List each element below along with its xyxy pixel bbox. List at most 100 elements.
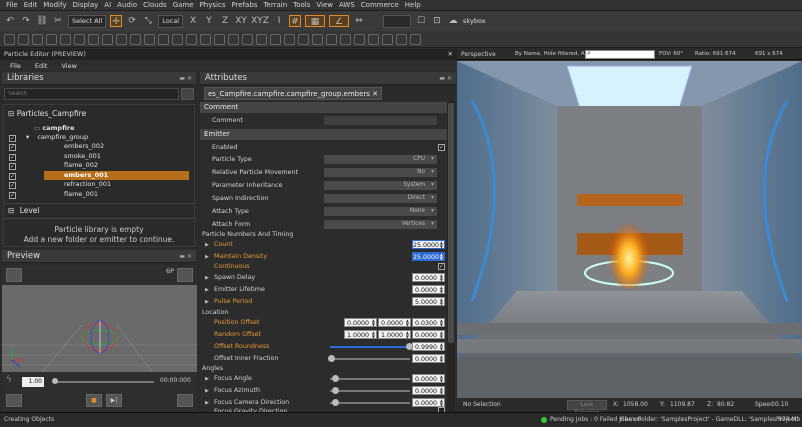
spinner-icon[interactable]: ▲ ▼ — [440, 253, 443, 261]
expand-icon[interactable]: ▶ — [205, 376, 209, 382]
menu-game[interactable]: Game — [173, 1, 194, 9]
relative-movement-dropdown[interactable]: No — [324, 168, 437, 177]
viewport-mode-label[interactable]: Perspective — [461, 49, 496, 60]
tool-icon[interactable] — [4, 33, 15, 45]
maintain-density-input[interactable]: 25.0000 ▲ ▼ — [412, 252, 445, 261]
timeline-knob[interactable] — [52, 378, 58, 384]
section-comment[interactable]: Comment — [200, 102, 448, 113]
menu-file[interactable]: File — [6, 1, 18, 9]
focus-azimuth-input[interactable]: 0.0000 ▲ ▼ — [412, 386, 445, 395]
spinner-icon[interactable]: ▲ ▼ — [440, 286, 443, 294]
enabled-checkbox[interactable]: ✓ — [438, 144, 445, 151]
tree-checkbox[interactable]: ✓ — [9, 154, 16, 161]
attributes-scrollbar[interactable] — [447, 101, 455, 412]
focus-azimuth-slider[interactable] — [330, 387, 410, 394]
tool-icon[interactable] — [340, 33, 351, 45]
menu-display[interactable]: Display — [72, 1, 98, 9]
axis-y-button[interactable]: Y — [203, 15, 215, 27]
reset-button[interactable] — [177, 394, 193, 407]
tool-icon[interactable] — [158, 33, 169, 45]
tree-item[interactable]: refraction_001 — [64, 180, 111, 189]
axis-x-button[interactable]: X — [187, 15, 199, 27]
random-offset-y[interactable]: 1.0000 ▲ ▼ — [378, 330, 411, 339]
position-offset-x[interactable]: 0.0000 ▲ ▼ — [344, 318, 377, 327]
editor-menu-file[interactable]: File — [10, 62, 21, 70]
speed-value[interactable]: 0.10 — [775, 398, 788, 412]
tool-icon[interactable] — [18, 33, 29, 45]
offset-inner-fraction-slider[interactable] — [328, 355, 410, 362]
expand-icon[interactable]: ▶ — [205, 242, 209, 248]
tool-icon[interactable] — [32, 33, 43, 45]
editor-menu-edit[interactable]: Edit — [35, 62, 48, 70]
playback-speed-input[interactable]: 1.00 — [22, 377, 44, 387]
spinner-icon[interactable]: ▲ ▼ — [440, 241, 443, 249]
parameter-inheritance-dropdown[interactable]: System — [324, 181, 437, 190]
slider-knob[interactable] — [332, 375, 339, 382]
close-icon[interactable]: ✕ — [372, 88, 378, 99]
spinner-icon[interactable]: ▲ ▼ — [406, 319, 409, 327]
undo-icon[interactable]: ↶ — [4, 15, 16, 27]
coordinate-system-dropdown[interactable]: Local — [158, 14, 184, 28]
tool-icon[interactable] — [102, 33, 113, 45]
tool-icon[interactable] — [284, 33, 295, 45]
preview-menu-button[interactable] — [6, 268, 22, 282]
tool-icon[interactable] — [74, 33, 85, 45]
expand-icon[interactable]: ▶ — [205, 299, 209, 305]
spinner-icon[interactable]: ▲ ▼ — [406, 331, 409, 339]
offset-inner-fraction-input[interactable]: 0.0000 ▲ ▼ — [412, 354, 445, 363]
tool-icon[interactable] — [354, 33, 365, 45]
spinner-icon[interactable]: ▲ ▼ — [440, 319, 443, 327]
tool-icon[interactable] — [214, 33, 225, 45]
expand-icon[interactable]: ▶ — [205, 254, 209, 260]
panel-menu-icon[interactable]: ▬ ✕ — [439, 72, 452, 85]
snap-angle-dropdown[interactable]: ∠ — [329, 15, 350, 27]
panel-menu-icon[interactable]: ▬ ✕ — [179, 250, 192, 263]
snap-grid-dropdown[interactable]: ▦ — [305, 15, 326, 27]
spinner-icon[interactable]: ▲ ▼ — [440, 343, 443, 351]
menu-tools[interactable]: Tools — [293, 1, 310, 9]
tool-icon[interactable] — [298, 33, 309, 45]
focus-camera-direction-input[interactable]: 0.0000 ▲ ▼ — [412, 398, 445, 407]
axis-xyz-button[interactable]: XYZ — [251, 15, 269, 27]
tool-icon[interactable] — [60, 33, 71, 45]
library-group[interactable]: ⊟ Particles_Campfire — [8, 109, 86, 118]
spawn-delay-input[interactable]: 0.0000 ▲ ▼ — [412, 273, 445, 282]
tree-checkbox[interactable]: ✓ — [9, 182, 16, 189]
viewport-filter-label[interactable]: By Name, Hide filtered, AND — [515, 49, 593, 60]
tool-icon[interactable] — [200, 33, 211, 45]
collapse-icon[interactable]: ⊟ — [8, 109, 14, 118]
tool-icon[interactable] — [256, 33, 267, 45]
spinner-icon[interactable]: ▲ ▼ — [440, 375, 443, 383]
menu-ai[interactable]: AI — [104, 1, 111, 9]
tree-item[interactable]: smoke_001 — [64, 152, 101, 161]
menu-clouds[interactable]: Clouds — [143, 1, 167, 9]
preview-options-button[interactable] — [177, 268, 193, 282]
z-coord-value[interactable]: 80.82 — [717, 398, 734, 412]
lock-selection-button[interactable]: Lock Selection — [567, 400, 607, 416]
menu-aws[interactable]: AWS — [339, 1, 355, 9]
tool-icon[interactable] — [186, 33, 197, 45]
attributes-tab[interactable]: es_Campfire.campfire.campfire_group.embe… — [204, 87, 382, 100]
menu-modify[interactable]: Modify — [43, 1, 66, 9]
focus-angle-slider[interactable] — [330, 375, 410, 382]
stop-button[interactable]: ■ — [86, 394, 102, 407]
rotate-icon[interactable]: ⟳ — [126, 15, 138, 27]
layer-toggle-icon[interactable]: ☐ — [415, 15, 427, 27]
expand-icon[interactable]: ▾ — [26, 133, 29, 141]
expand-icon[interactable]: ▶ — [205, 287, 209, 293]
expand-icon[interactable]: ▶ — [205, 388, 209, 394]
tool-icon[interactable] — [144, 33, 155, 45]
move-icon[interactable]: ✛ — [110, 15, 123, 27]
link-icon[interactable]: ⛓ — [36, 15, 48, 27]
library-search-input[interactable] — [4, 88, 179, 100]
unlink-icon[interactable]: ✂ — [52, 15, 64, 27]
tool-icon[interactable] — [116, 33, 127, 45]
axis-xy-button[interactable]: XY — [235, 15, 247, 27]
offset-roundness-slider[interactable] — [330, 343, 413, 350]
ruler-icon[interactable]: ⇔ — [353, 15, 365, 27]
close-icon[interactable]: ✕ — [448, 49, 453, 60]
tool-icon[interactable] — [312, 33, 323, 45]
particle-type-dropdown[interactable]: CPU — [324, 155, 437, 164]
tool-icon[interactable] — [130, 33, 141, 45]
spinner-icon[interactable]: ▲ ▼ — [440, 298, 443, 306]
